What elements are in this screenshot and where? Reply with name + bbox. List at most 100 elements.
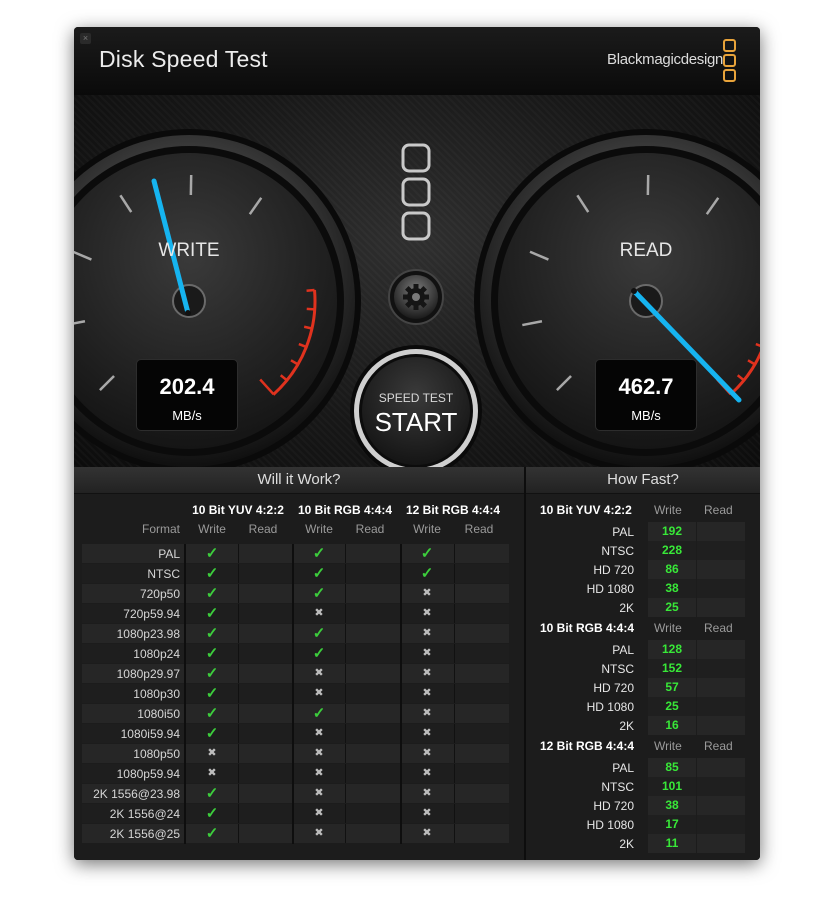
read-cell	[238, 784, 289, 803]
cross-icon: ✖	[314, 767, 324, 779]
check-icon: ✓	[312, 565, 326, 582]
cross-icon: ✖	[314, 687, 324, 699]
hf-read-cell	[697, 716, 745, 735]
read-cell	[454, 784, 505, 803]
read-cell	[345, 644, 396, 663]
drive-indicator-icon	[401, 143, 431, 241]
read-cell	[238, 764, 289, 783]
hf-read-cell	[697, 640, 745, 659]
hf-read-cell	[697, 659, 745, 678]
read-cell	[345, 564, 396, 583]
hf-row-label: NTSC	[601, 780, 634, 794]
hf-read-cell	[697, 758, 745, 777]
settings-button[interactable]	[388, 269, 444, 325]
format-label: 1080p23.98	[116, 627, 180, 641]
cross-icon: ✖	[314, 827, 324, 839]
hf-write-value: 85	[665, 760, 679, 774]
read-cell	[238, 624, 289, 643]
format-label: 1080p50	[133, 747, 180, 761]
check-icon: ✓	[312, 625, 326, 642]
will-it-work-title: Will it Work?	[74, 467, 524, 494]
hf-write-value: 25	[665, 600, 679, 614]
cross-icon: ✖	[422, 627, 432, 639]
hf-write-header: Write	[654, 739, 682, 753]
cross-icon: ✖	[314, 807, 324, 819]
read-cell	[238, 704, 289, 723]
hf-row-label: PAL	[612, 643, 634, 657]
app-window: × Disk Speed Test Blackmagicdesign WRITE…	[74, 27, 760, 860]
hf-read-header: Read	[704, 621, 733, 635]
read-cell	[238, 664, 289, 683]
read-cell	[454, 704, 505, 723]
cross-icon: ✖	[422, 607, 432, 619]
hf-row-label: HD 1080	[586, 700, 634, 714]
read-readout: 462.7 MB/s	[595, 359, 697, 431]
hf-read-cell	[697, 815, 745, 834]
write-speed-value: 202.4	[159, 374, 215, 399]
hf-write-value: 152	[661, 661, 683, 675]
wiw-write-header: Write	[413, 522, 441, 536]
hf-row-label: HD 1080	[586, 818, 634, 832]
format-label: 1080p24	[133, 647, 180, 661]
hf-write-header: Write	[654, 503, 682, 517]
how-fast-title: How Fast?	[526, 467, 760, 494]
check-icon: ✓	[205, 705, 219, 722]
hf-row-label: NTSC	[601, 662, 634, 676]
check-icon: ✓	[205, 665, 219, 682]
read-cell	[345, 624, 396, 643]
brand-name: Blackmagicdesign	[607, 51, 724, 68]
read-cell	[454, 544, 505, 563]
hf-write-value: 38	[665, 581, 679, 595]
check-icon: ✓	[205, 725, 219, 742]
cross-icon: ✖	[422, 647, 432, 659]
check-icon: ✓	[205, 645, 219, 662]
read-cell	[454, 624, 505, 643]
cross-icon: ✖	[422, 667, 432, 679]
check-icon: ✓	[312, 645, 326, 662]
hf-read-cell	[697, 697, 745, 716]
hf-read-cell	[697, 579, 745, 598]
format-label: 1080i59.94	[120, 727, 180, 741]
format-label: 2K 1556@25	[109, 827, 180, 841]
format-label: 2K 1556@24	[109, 807, 180, 821]
hf-read-cell	[697, 598, 745, 617]
hf-row-label: 2K	[619, 601, 634, 615]
write-speed-unit: MB/s	[172, 408, 202, 423]
cross-icon: ✖	[314, 667, 324, 679]
hf-group-header: 10 Bit RGB 4:4:4	[540, 621, 635, 635]
cross-icon: ✖	[422, 807, 432, 819]
hf-write-value: 17	[665, 817, 679, 831]
hf-row-label: HD 720	[593, 799, 634, 813]
wiw-write-header: Write	[198, 522, 226, 536]
wiw-group-header: 10 Bit RGB 4:4:4	[297, 503, 393, 517]
wiw-write-header: Write	[305, 522, 333, 536]
start-button[interactable]	[350, 345, 482, 467]
read-cell	[345, 764, 396, 783]
format-label: 720p59.94	[123, 607, 180, 621]
read-cell	[454, 744, 505, 763]
hf-row-label: 2K	[619, 719, 634, 733]
read-cell	[345, 584, 396, 603]
wiw-read-header: Read	[355, 522, 385, 536]
read-cell	[238, 724, 289, 743]
hf-write-header: Write	[654, 621, 682, 635]
read-cell	[454, 664, 505, 683]
column-divider	[184, 544, 186, 844]
read-cell	[345, 704, 396, 723]
hf-group-header: 12 Bit RGB 4:4:4	[540, 739, 635, 753]
format-label: 2K 1556@23.98	[93, 787, 180, 801]
cross-icon: ✖	[207, 767, 217, 779]
close-button[interactable]: ×	[80, 33, 91, 44]
check-icon: ✓	[205, 565, 219, 582]
hf-read-header: Read	[704, 739, 733, 753]
read-cell	[454, 804, 505, 823]
format-header: Format	[141, 522, 180, 536]
hf-write-value: 192	[661, 524, 683, 538]
read-cell	[345, 824, 396, 843]
format-label: PAL	[158, 547, 180, 561]
cross-icon: ✖	[207, 747, 217, 759]
hf-write-value: 38	[665, 798, 679, 812]
write-readout: 202.4 MB/s	[136, 359, 238, 431]
hf-write-value: 128	[661, 642, 683, 656]
title-bar: × Disk Speed Test Blackmagicdesign	[74, 27, 760, 96]
